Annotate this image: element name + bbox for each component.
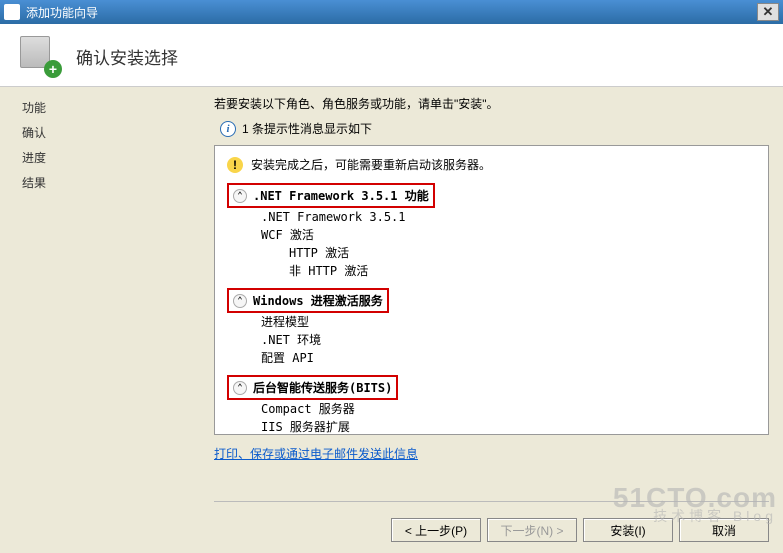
chevron-up-icon: ⌃: [233, 294, 247, 308]
instruction-text: 若要安装以下角色、角色服务或功能，请单击"安装"。: [214, 95, 769, 112]
prev-button[interactable]: < 上一步(P): [391, 518, 481, 542]
section-title: .NET Framework 3.5.1 功能: [253, 187, 429, 204]
feature-item: HTTP 激活: [289, 244, 756, 262]
warning-text: 安装完成之后，可能需要重新启动该服务器。: [251, 156, 491, 173]
titlebar: 添加功能向导 ✕: [0, 0, 783, 24]
wizard-icon: +: [18, 36, 58, 76]
feature-item: WCF 激活: [261, 226, 756, 244]
install-button[interactable]: 安装(I): [583, 518, 673, 542]
sidebar-item-label: 确认: [22, 124, 186, 141]
wizard-header: + 确认安装选择: [0, 24, 783, 87]
sidebar-item-progress[interactable]: 进度: [0, 145, 200, 170]
feature-item: 非 HTTP 激活: [289, 262, 756, 280]
footer-divider: [214, 501, 769, 502]
print-save-email-link[interactable]: 打印、保存或通过电子邮件发送此信息: [214, 447, 418, 461]
section-header[interactable]: ⌃ .NET Framework 3.5.1 功能: [227, 183, 756, 208]
content-area: 若要安装以下角色、角色服务或功能，请单击"安装"。 i 1 条提示性消息显示如下…: [200, 87, 783, 552]
window-icon: [4, 4, 20, 20]
sidebar-item-confirm[interactable]: 确认: [0, 120, 200, 145]
section-title: Windows 进程激活服务: [253, 292, 383, 309]
feature-item: 配置 API: [261, 349, 756, 367]
feature-item: IIS 服务器扩展: [261, 418, 756, 435]
window-title: 添加功能向导: [26, 4, 98, 21]
feature-item: 进程模型: [261, 313, 756, 331]
wizard-footer: < 上一步(P) 下一步(N) > 安装(I) 取消: [391, 518, 769, 542]
sidebar-item-label: 结果: [22, 174, 186, 191]
info-text: 1 条提示性消息显示如下: [242, 120, 372, 137]
feature-item: Compact 服务器: [261, 400, 756, 418]
warning-icon: !: [227, 157, 243, 173]
wizard-sidebar: 功能 确认 进度 结果: [0, 87, 200, 552]
close-button[interactable]: ✕: [757, 3, 779, 21]
next-button: 下一步(N) >: [487, 518, 577, 542]
chevron-up-icon: ⌃: [233, 189, 247, 203]
info-icon: i: [220, 121, 236, 137]
sidebar-item-features[interactable]: 功能: [0, 95, 200, 120]
confirmation-panel: ! 安装完成之后，可能需要重新启动该服务器。 ⌃ .NET Framework 3…: [214, 145, 769, 435]
section-header[interactable]: ⌃ Windows 进程激活服务: [227, 288, 756, 313]
feature-item: .NET 环境: [261, 331, 756, 349]
sidebar-item-label: 进度: [22, 149, 186, 166]
sidebar-item-results[interactable]: 结果: [0, 170, 200, 195]
page-title: 确认安装选择: [76, 44, 178, 69]
cancel-button[interactable]: 取消: [679, 518, 769, 542]
chevron-up-icon: ⌃: [233, 381, 247, 395]
sidebar-item-label: 功能: [22, 99, 186, 116]
info-row: i 1 条提示性消息显示如下: [220, 120, 769, 137]
section-title: 后台智能传送服务(BITS): [253, 379, 392, 396]
section-header[interactable]: ⌃ 后台智能传送服务(BITS): [227, 375, 756, 400]
feature-item: .NET Framework 3.5.1: [261, 208, 756, 226]
